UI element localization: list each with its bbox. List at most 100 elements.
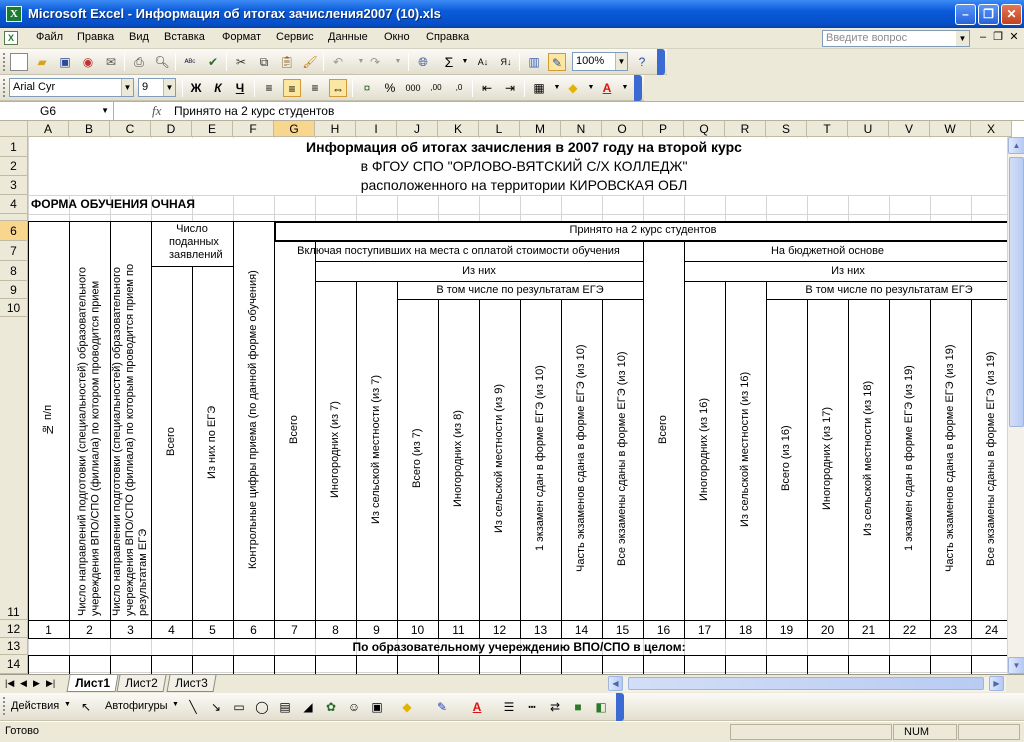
column-header-g[interactable]: G xyxy=(274,121,315,137)
open-icon[interactable]: ▰ xyxy=(33,53,51,71)
column-header-a[interactable]: A xyxy=(28,121,69,137)
fill-color-icon[interactable]: ◆ xyxy=(564,79,582,97)
format-painter-icon[interactable]: 🖌︎ xyxy=(301,53,319,71)
doc-close-button[interactable]: ✕ xyxy=(1007,31,1021,45)
column-header-h[interactable]: H xyxy=(315,121,356,137)
actions-dropdown-icon[interactable]: ▼ xyxy=(64,701,71,708)
currency-icon[interactable]: ¤ xyxy=(358,79,376,97)
row-header-1[interactable]: 1 xyxy=(0,137,28,157)
excel-app-icon[interactable]: X xyxy=(6,6,22,22)
textbox-icon[interactable]: ▤ xyxy=(276,698,294,716)
line-color-icon[interactable]: ✎ xyxy=(433,698,451,716)
align-right-icon[interactable]: ≡ xyxy=(306,79,324,97)
autosum-dropdown-icon[interactable]: ▼ xyxy=(456,53,474,71)
clipart-icon[interactable]: ☺ xyxy=(345,698,363,716)
size-dropdown-icon[interactable]: ▼ xyxy=(163,79,175,96)
arrow-style-icon[interactable]: ⇄ xyxy=(546,698,564,716)
row-header-12[interactable]: 12 xyxy=(0,620,28,638)
column-header-i[interactable]: I xyxy=(356,121,397,137)
column-header-r[interactable]: R xyxy=(725,121,766,137)
menu-window[interactable]: Окно xyxy=(384,31,410,43)
toolbar-grip[interactable] xyxy=(3,697,6,715)
menu-format[interactable]: Формат xyxy=(222,31,261,43)
menu-view[interactable]: Вид xyxy=(129,31,149,43)
row-header-5[interactable] xyxy=(0,214,28,221)
worksheet-grid[interactable]: A B C D E F G H I J K L M N O P Q R S T U V W X 1 2 3 4 6 7 8 9 10 11 12 13… xyxy=(0,121,1024,674)
print-preview-icon[interactable]: 🔍︎ xyxy=(153,53,171,71)
row-header-3[interactable]: 3 xyxy=(0,176,28,195)
scroll-down-button[interactable]: ▼ xyxy=(1008,657,1024,674)
redo-dropdown-icon[interactable]: ▼ xyxy=(389,53,407,71)
hyperlink-icon[interactable]: 🌐︎ xyxy=(414,53,432,71)
help-icon[interactable]: ? xyxy=(633,53,651,71)
rectangle-icon[interactable]: ▭ xyxy=(230,698,248,716)
column-header-j[interactable]: J xyxy=(397,121,438,137)
last-sheet-icon[interactable]: ▶| xyxy=(46,678,55,689)
toolbar-options-icon[interactable] xyxy=(657,49,665,75)
dash-style-icon[interactable]: ┅ xyxy=(523,698,541,716)
toolbar-grip[interactable] xyxy=(3,79,6,97)
formula-input[interactable]: Принято на 2 курс студентов xyxy=(174,102,334,120)
column-header-l[interactable]: L xyxy=(479,121,520,137)
autoshapes-menu[interactable]: Автофигуры xyxy=(105,700,168,712)
font-size-select[interactable]: 9 ▼ xyxy=(138,78,176,97)
menu-tools[interactable]: Сервис xyxy=(276,31,314,43)
column-header-x[interactable]: X xyxy=(971,121,1012,137)
zoom-dropdown-icon[interactable]: ▼ xyxy=(615,53,627,70)
name-box-dropdown-icon[interactable]: ▼ xyxy=(101,102,109,120)
decrease-decimal-icon[interactable]: ,0 xyxy=(450,79,468,97)
email-icon[interactable]: ✉ xyxy=(102,53,120,71)
thousands-icon[interactable]: 000 xyxy=(404,79,422,97)
percent-icon[interactable]: % xyxy=(381,79,399,97)
font-dropdown-icon[interactable]: ▼ xyxy=(121,79,133,96)
scroll-up-button[interactable]: ▲ xyxy=(1008,137,1024,154)
paste-icon[interactable]: 📋︎ xyxy=(278,53,296,71)
close-button[interactable]: ✕ xyxy=(1001,4,1022,25)
row-header-6[interactable]: 6 xyxy=(0,221,28,241)
insert-function-icon[interactable]: fx xyxy=(152,103,161,119)
column-header-q[interactable]: Q xyxy=(684,121,725,137)
toolbar-options-icon[interactable] xyxy=(634,75,642,101)
font-color-icon[interactable]: A xyxy=(598,79,616,97)
research-icon[interactable]: ✔ xyxy=(204,53,222,71)
italic-icon[interactable]: К xyxy=(209,79,227,97)
actions-menu[interactable]: Действия xyxy=(11,700,59,712)
new-icon[interactable] xyxy=(10,53,28,71)
tab-sheet1[interactable]: Лист1 xyxy=(66,675,119,692)
underline-icon[interactable]: Ч xyxy=(231,79,249,97)
shadow-icon[interactable]: ■ xyxy=(569,698,587,716)
row-header-10[interactable]: 10 xyxy=(0,299,28,317)
menu-insert[interactable]: Вставка xyxy=(164,31,205,43)
column-header-t[interactable]: T xyxy=(807,121,848,137)
column-header-k[interactable]: K xyxy=(438,121,479,137)
vertical-scroll-thumb[interactable] xyxy=(1009,157,1024,427)
wordart-icon[interactable]: ◢ xyxy=(299,698,317,716)
toolbar-options-icon[interactable] xyxy=(616,693,624,721)
column-header-d[interactable]: D xyxy=(151,121,192,137)
column-header-b[interactable]: B xyxy=(69,121,110,137)
column-header-o[interactable]: O xyxy=(602,121,643,137)
oval-icon[interactable]: ◯ xyxy=(253,698,271,716)
bold-icon[interactable]: Ж xyxy=(187,79,205,97)
row-header-14[interactable]: 14 xyxy=(0,655,28,674)
redo-icon[interactable]: ↷ xyxy=(366,53,384,71)
print-icon[interactable]: ⎙ xyxy=(130,53,148,71)
doc-restore-button[interactable]: ❐ xyxy=(991,31,1005,45)
font-name-select[interactable]: Arial Cyr ▼ xyxy=(9,78,134,97)
help-question-box[interactable]: Введите вопрос ▼ xyxy=(822,30,970,47)
menu-edit[interactable]: Правка xyxy=(77,31,114,43)
column-header-e[interactable]: E xyxy=(192,121,233,137)
column-header-s[interactable]: S xyxy=(766,121,807,137)
scroll-left-button[interactable]: ◀ xyxy=(608,676,623,691)
tab-sheet3[interactable]: Лист3 xyxy=(166,675,217,692)
row-header-9[interactable]: 9 xyxy=(0,281,28,299)
next-sheet-icon[interactable]: ▶ xyxy=(33,678,40,689)
column-header-c[interactable]: C xyxy=(110,121,151,137)
3d-icon[interactable]: ◧ xyxy=(592,698,610,716)
permission-icon[interactable]: ◉ xyxy=(79,53,97,71)
vertical-scrollbar[interactable]: ▲ ▼ xyxy=(1007,137,1024,674)
sort-descending-icon[interactable]: Я↓ xyxy=(497,53,515,71)
increase-decimal-icon[interactable]: ,00 xyxy=(427,79,445,97)
undo-icon[interactable]: ↶ xyxy=(329,53,347,71)
tab-sheet2[interactable]: Лист2 xyxy=(116,675,167,692)
